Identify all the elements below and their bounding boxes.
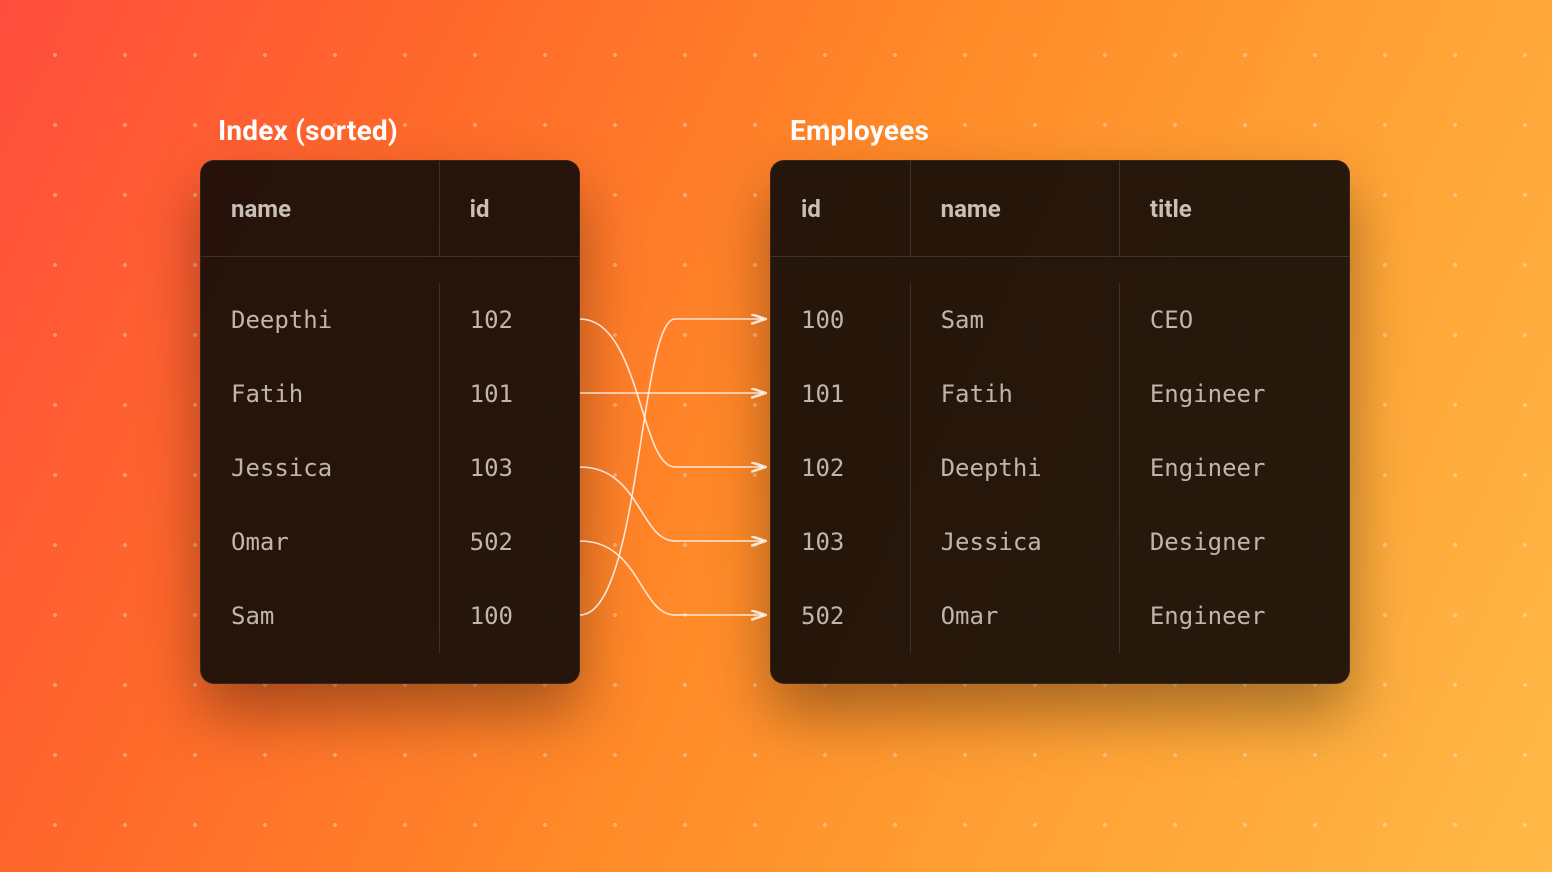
- connector-line: [580, 319, 764, 467]
- connector-line: [580, 541, 764, 615]
- cell-name: Sam: [911, 283, 1120, 357]
- cell-id: 502: [771, 579, 911, 653]
- diagram-stage: Index (sorted) Employees name id Deepthi…: [0, 0, 1552, 872]
- cell-id: 103: [771, 505, 911, 579]
- connector-line: [580, 467, 764, 541]
- cell-id: 102: [771, 431, 911, 505]
- cell-name: Deepthi: [911, 431, 1120, 505]
- cell-title: Designer: [1120, 505, 1349, 579]
- employees-table-body: 100 Sam CEO 101 Fatih Engineer 102 Deept…: [771, 257, 1349, 683]
- cell-id: 101: [440, 357, 579, 431]
- cell-id: 103: [440, 431, 579, 505]
- table-row: Deepthi 102: [201, 283, 579, 357]
- employees-table-title: Employees: [790, 114, 929, 147]
- employees-table: id name title 100 Sam CEO 101 Fatih Engi…: [770, 160, 1350, 684]
- table-row: 502 Omar Engineer: [771, 579, 1349, 653]
- cell-id: 102: [440, 283, 579, 357]
- table-row: 100 Sam CEO: [771, 283, 1349, 357]
- cell-name: Jessica: [201, 431, 440, 505]
- employees-col-id-header: id: [771, 161, 911, 256]
- index-table-title: Index (sorted): [218, 114, 398, 147]
- table-row: 102 Deepthi Engineer: [771, 431, 1349, 505]
- table-row: Jessica 103: [201, 431, 579, 505]
- connector-line: [580, 319, 764, 615]
- table-row: 103 Jessica Designer: [771, 505, 1349, 579]
- cell-id: 100: [440, 579, 579, 653]
- cell-name: Omar: [201, 505, 440, 579]
- index-col-name-header: name: [201, 161, 440, 256]
- index-col-id-header: id: [440, 161, 579, 256]
- cell-id: 101: [771, 357, 911, 431]
- cell-title: Engineer: [1120, 579, 1349, 653]
- table-row: 101 Fatih Engineer: [771, 357, 1349, 431]
- cell-id: 100: [771, 283, 911, 357]
- employees-col-name-header: name: [911, 161, 1120, 256]
- index-table: name id Deepthi 102 Fatih 101 Jessica 10…: [200, 160, 580, 684]
- table-row: Sam 100: [201, 579, 579, 653]
- cell-id: 502: [440, 505, 579, 579]
- cell-name: Fatih: [201, 357, 440, 431]
- index-table-body: Deepthi 102 Fatih 101 Jessica 103 Omar 5…: [201, 257, 579, 683]
- cell-name: Sam: [201, 579, 440, 653]
- employees-col-title-header: title: [1120, 161, 1349, 256]
- cell-name: Fatih: [911, 357, 1120, 431]
- index-table-header: name id: [201, 161, 579, 257]
- table-row: Omar 502: [201, 505, 579, 579]
- cell-title: CEO: [1120, 283, 1349, 357]
- cell-title: Engineer: [1120, 431, 1349, 505]
- cell-name: Deepthi: [201, 283, 440, 357]
- employees-table-header: id name title: [771, 161, 1349, 257]
- table-row: Fatih 101: [201, 357, 579, 431]
- cell-name: Jessica: [911, 505, 1120, 579]
- cell-name: Omar: [911, 579, 1120, 653]
- cell-title: Engineer: [1120, 357, 1349, 431]
